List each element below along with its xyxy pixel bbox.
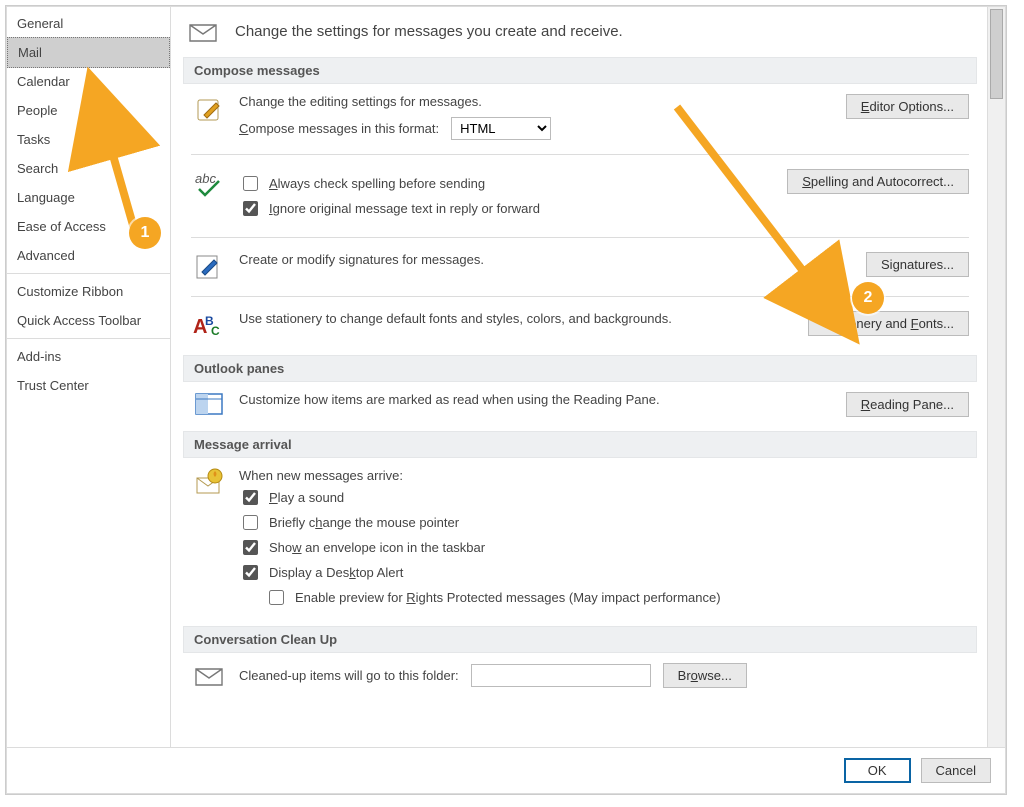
always-spellcheck-input[interactable]: [243, 176, 258, 191]
section-panes: Customize how items are marked as read w…: [183, 382, 977, 431]
vertical-scrollbar[interactable]: [987, 7, 1005, 747]
signature-icon: [191, 252, 227, 282]
new-mail-icon: [191, 468, 227, 498]
section-cleanup: Cleaned-up items will go to this folder:…: [183, 653, 977, 688]
sidebar-item-mail[interactable]: Mail: [7, 37, 170, 68]
sidebar-item-label: Trust Center: [17, 378, 89, 393]
ignore-original-checkbox[interactable]: Ignore original message text in reply or…: [239, 198, 775, 219]
ok-button[interactable]: OK: [844, 758, 911, 783]
cancel-button[interactable]: Cancel: [921, 758, 991, 783]
signatures-button[interactable]: Signatures...: [866, 252, 969, 277]
spellcheck-icon: abc: [191, 169, 227, 199]
envelope-icon: [191, 665, 227, 687]
svg-text:abc: abc: [195, 171, 216, 186]
always-spellcheck-checkbox[interactable]: Always check spelling before sending: [239, 173, 775, 194]
sidebar-item-label: People: [17, 103, 57, 118]
sidebar-item-language[interactable]: Language: [7, 183, 170, 212]
panes-desc: Customize how items are marked as read w…: [239, 392, 834, 407]
checkbox-label: Ignore original message text in reply or…: [269, 201, 540, 216]
annotation-badge-1: 1: [129, 217, 161, 249]
sidebar-item-label: Add-ins: [17, 349, 61, 364]
reading-pane-icon: [191, 392, 227, 416]
scrollbar-thumb[interactable]: [990, 9, 1003, 99]
stationery-icon: ABC: [191, 311, 227, 341]
change-cursor-checkbox[interactable]: Briefly change the mouse pointer: [239, 512, 969, 533]
edit-icon: [191, 94, 227, 124]
desktop-alert-checkbox[interactable]: Display a Desktop Alert: [239, 562, 969, 583]
section-arrival-header: Message arrival: [183, 431, 977, 458]
svg-text:C: C: [211, 324, 220, 338]
taskbar-icon-checkbox[interactable]: Show an envelope icon in the taskbar: [239, 537, 969, 558]
sidebar-item-trust-center[interactable]: Trust Center: [7, 371, 170, 400]
options-dialog: General Mail Calendar People Tasks Searc…: [6, 6, 1006, 794]
section-compose-header: Compose messages: [183, 57, 977, 84]
format-label: Compose messages in this format:: [239, 121, 439, 136]
compose-format-select[interactable]: HTML: [451, 117, 551, 140]
stationery-fonts-button[interactable]: Stationery and Fonts...: [808, 311, 969, 336]
sidebar-item-label: Search: [17, 161, 58, 176]
sidebar-item-qat[interactable]: Quick Access Toolbar: [7, 306, 170, 335]
checkbox-label: Show an envelope icon in the taskbar: [269, 540, 485, 555]
reading-pane-button[interactable]: Reading Pane...: [846, 392, 969, 417]
page-title: Change the settings for messages you cre…: [235, 23, 623, 40]
checkbox-label: Play a sound: [269, 490, 344, 505]
play-sound-input[interactable]: [243, 490, 258, 505]
category-sidebar: General Mail Calendar People Tasks Searc…: [7, 7, 171, 747]
sidebar-item-people[interactable]: People: [7, 96, 170, 125]
sidebar-item-label: Tasks: [17, 132, 50, 147]
sidebar-item-label: General: [17, 16, 63, 31]
taskbar-icon-input[interactable]: [243, 540, 258, 555]
section-arrival: When new messages arrive: Play a sound B…: [183, 458, 977, 626]
sidebar-item-customize-ribbon[interactable]: Customize Ribbon: [7, 277, 170, 306]
checkbox-label: Display a Desktop Alert: [269, 565, 403, 580]
ignore-original-input[interactable]: [243, 201, 258, 216]
section-cleanup-header: Conversation Clean Up: [183, 626, 977, 653]
desktop-alert-input[interactable]: [243, 565, 258, 580]
play-sound-checkbox[interactable]: Play a sound: [239, 487, 969, 508]
stationery-desc: Use stationery to change default fonts a…: [239, 311, 796, 326]
section-compose: Change the editing settings for messages…: [183, 84, 977, 355]
checkbox-label: Enable preview for Rights Protected mess…: [295, 590, 721, 605]
editing-desc: Change the editing settings for messages…: [239, 94, 834, 109]
envelope-icon: [185, 19, 221, 43]
dialog-footer: OK Cancel: [7, 747, 1005, 793]
change-cursor-input[interactable]: [243, 515, 258, 530]
editor-options-button[interactable]: Editor Options...: [846, 94, 969, 119]
spelling-autocorrect-button[interactable]: Spelling and Autocorrect...: [787, 169, 969, 194]
sidebar-item-label: Ease of Access: [17, 219, 106, 234]
cleanup-folder-input[interactable]: [471, 664, 651, 687]
sidebar-item-addins[interactable]: Add-ins: [7, 342, 170, 371]
sidebar-item-label: Calendar: [17, 74, 70, 89]
signatures-desc: Create or modify signatures for messages…: [239, 252, 854, 267]
sidebar-item-label: Quick Access Toolbar: [17, 313, 141, 328]
checkbox-label: Always check spelling before sending: [269, 176, 485, 191]
sidebar-item-label: Mail: [18, 45, 42, 60]
sidebar-item-label: Language: [17, 190, 75, 205]
rights-preview-checkbox[interactable]: Enable preview for Rights Protected mess…: [265, 587, 969, 608]
checkbox-label: Briefly change the mouse pointer: [269, 515, 459, 530]
sidebar-item-label: Advanced: [17, 248, 75, 263]
sidebar-item-tasks[interactable]: Tasks: [7, 125, 170, 154]
settings-panel: Change the settings for messages you cre…: [171, 7, 987, 747]
sidebar-item-search[interactable]: Search: [7, 154, 170, 183]
separator: [7, 273, 170, 274]
section-panes-header: Outlook panes: [183, 355, 977, 382]
annotation-badge-2: 2: [852, 282, 884, 314]
sidebar-item-label: Customize Ribbon: [17, 284, 123, 299]
rights-preview-input[interactable]: [269, 590, 284, 605]
cleanup-desc: Cleaned-up items will go to this folder:: [239, 668, 459, 683]
sidebar-item-general[interactable]: General: [7, 9, 170, 38]
arrival-intro: When new messages arrive:: [239, 468, 969, 483]
separator: [7, 338, 170, 339]
sidebar-item-calendar[interactable]: Calendar: [7, 67, 170, 96]
browse-button[interactable]: Browse...: [663, 663, 747, 688]
